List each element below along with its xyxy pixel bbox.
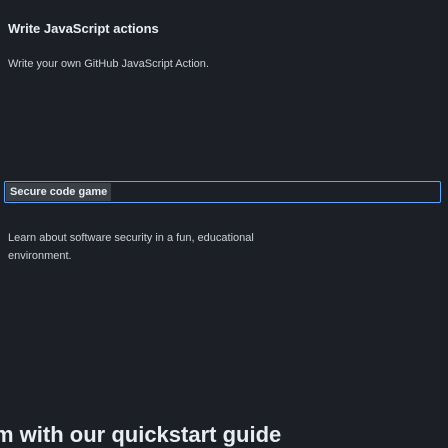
quickstart-heading: m with our quickstart guide [0, 422, 282, 447]
card-description-javascript-actions: Write your own GitHub JavaScript Action. [8, 58, 209, 70]
card-description-secure-code-game: Learn about software security in a fun, … [8, 232, 254, 262]
card-title-secure-code-game[interactable]: Secure code game [6, 183, 112, 201]
card-title-javascript-actions[interactable]: Write JavaScript actions [8, 21, 159, 36]
page: Write JavaScript actions Write your own … [0, 0, 448, 448]
